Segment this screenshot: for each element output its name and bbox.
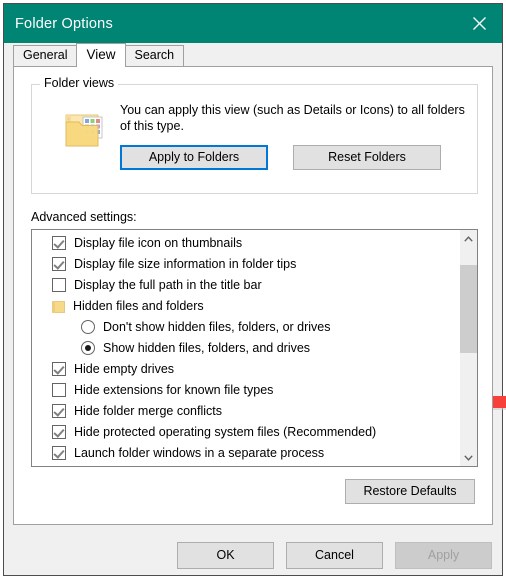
scrollbar-track[interactable] xyxy=(460,247,477,449)
title-bar: Folder Options xyxy=(4,4,502,43)
checkbox-checked-icon[interactable] xyxy=(52,424,66,439)
checkbox-checked-icon[interactable] xyxy=(52,256,66,271)
restore-defaults-button[interactable]: Restore Defaults xyxy=(345,479,475,504)
checkbox-checked-icon[interactable] xyxy=(52,235,66,250)
window-title: Folder Options xyxy=(15,15,113,32)
advanced-setting-label: Hide extensions for known file types xyxy=(74,382,274,397)
advanced-setting-label: Display file icon on thumbnails xyxy=(74,235,243,250)
advanced-settings-label: Advanced settings: xyxy=(31,210,137,224)
checkbox-checked-icon[interactable] xyxy=(52,445,66,460)
tab-view[interactable]: View xyxy=(76,43,126,67)
tab-page-view: Folder views You can apply this view (su… xyxy=(13,66,493,525)
scrollbar-thumb[interactable] xyxy=(460,265,477,353)
folder-views-legend: Folder views xyxy=(40,76,119,90)
chevron-up-icon[interactable] xyxy=(460,230,477,247)
ok-button[interactable]: OK xyxy=(177,542,274,569)
close-icon[interactable] xyxy=(456,4,502,43)
tab-strip: General View Search xyxy=(4,43,502,67)
advanced-settings-scrollbar[interactable] xyxy=(459,230,477,466)
folder-views-group: Folder views You can apply this view (su… xyxy=(31,76,478,194)
folder-thumbnails-icon xyxy=(62,108,106,152)
advanced-setting-label: Launch folder windows in a separate proc… xyxy=(74,445,325,460)
folder-options-dialog: Folder Options General View Search Folde… xyxy=(3,3,503,576)
advanced-setting-row[interactable]: Hide folder merge conflicts xyxy=(32,400,459,421)
folder-views-buttons: Apply to Folders Reset Folders xyxy=(120,145,470,170)
footer-buttons: OK Cancel Apply xyxy=(177,542,492,569)
advanced-setting-row[interactable]: Display file icon on thumbnails xyxy=(32,232,459,253)
tab-search[interactable]: Search xyxy=(124,45,185,66)
advanced-setting-label: Hide protected operating system files (R… xyxy=(74,424,377,439)
advanced-setting-label: Hide empty drives xyxy=(74,361,175,376)
advanced-setting-row[interactable]: Hidden files and folders xyxy=(32,295,459,316)
apply-button: Apply xyxy=(395,542,492,569)
advanced-settings-listbox[interactable]: Display file icon on thumbnails Display f… xyxy=(31,229,478,467)
radio-unselected-icon[interactable] xyxy=(81,319,95,334)
advanced-setting-row[interactable]: Launch folder windows in a separate proc… xyxy=(32,442,459,463)
advanced-setting-row[interactable]: Don't show hidden files, folders, or dri… xyxy=(32,316,459,337)
checkbox-checked-icon[interactable] xyxy=(52,403,66,418)
advanced-setting-label: Display file size information in folder … xyxy=(74,256,297,271)
chevron-down-icon[interactable] xyxy=(460,449,477,466)
advanced-setting-label: Display the full path in the title bar xyxy=(74,277,262,292)
advanced-setting-label: Show hidden files, folders, and drives xyxy=(103,340,311,355)
cancel-button[interactable]: Cancel xyxy=(286,542,383,569)
radio-selected-icon[interactable] xyxy=(81,340,95,355)
advanced-setting-label: Hidden files and folders xyxy=(73,298,204,313)
checkbox-checked-icon[interactable] xyxy=(52,361,66,376)
folder-icon xyxy=(52,300,65,313)
advanced-setting-row[interactable]: Hide extensions for known file types xyxy=(32,379,459,400)
dialog-footer: OK Cancel Apply xyxy=(4,525,502,575)
advanced-setting-row[interactable]: Restore previous folder windows at logon xyxy=(32,463,459,466)
folder-views-description: You can apply this view (such as Details… xyxy=(120,103,465,133)
advanced-setting-label: Hide folder merge conflicts xyxy=(74,403,222,418)
screenshot-root: Folder Options General View Search Folde… xyxy=(0,0,506,579)
advanced-setting-label: Don't show hidden files, folders, or dri… xyxy=(103,319,331,334)
checkbox-unchecked-icon[interactable] xyxy=(52,277,66,292)
advanced-setting-row[interactable]: Display the full path in the title bar xyxy=(32,274,459,295)
advanced-settings-items: Display file icon on thumbnails Display f… xyxy=(32,230,459,466)
apply-to-folders-button[interactable]: Apply to Folders xyxy=(120,145,268,170)
reset-folders-button[interactable]: Reset Folders xyxy=(293,145,441,170)
checkbox-unchecked-icon[interactable] xyxy=(52,382,66,397)
advanced-setting-row[interactable]: Hide protected operating system files (R… xyxy=(32,421,459,442)
advanced-setting-row[interactable]: Show hidden files, folders, and drives xyxy=(32,337,459,358)
advanced-setting-row[interactable]: Display file size information in folder … xyxy=(32,253,459,274)
advanced-setting-row[interactable]: Hide empty drives xyxy=(32,358,459,379)
tab-general[interactable]: General xyxy=(13,45,78,66)
